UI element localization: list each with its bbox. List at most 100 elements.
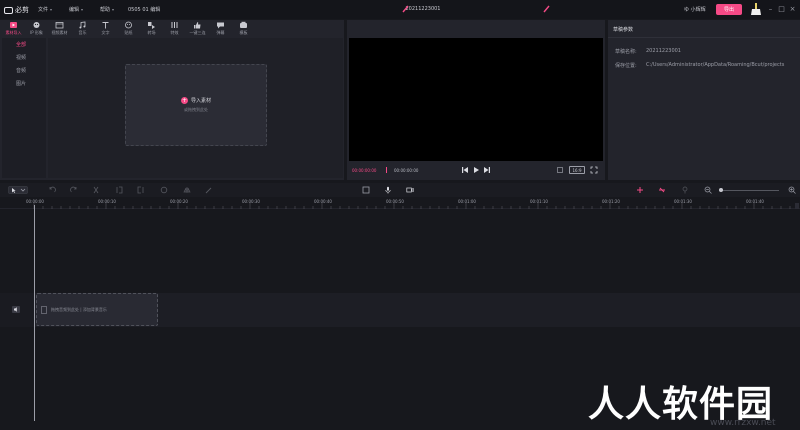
microphone-icon[interactable] (384, 186, 392, 194)
tab-label: 文字 (101, 30, 110, 35)
pen-icon[interactable] (543, 5, 551, 13)
preview-screen[interactable] (349, 38, 603, 161)
save-location-label: 保存位置: (615, 63, 637, 69)
media-icon (10, 22, 17, 28)
music-icon (79, 21, 86, 29)
ruler-label: 00:01:10 (530, 199, 548, 204)
trim-left-icon[interactable] (115, 186, 123, 194)
tab-tool-9[interactable]: 弹幕 (209, 20, 232, 37)
maximize-icon[interactable]: □ (777, 3, 786, 14)
skip-forward-icon[interactable] (483, 166, 491, 174)
tab-tool-2[interactable]: 视频素材 (48, 20, 71, 37)
pen-icon[interactable] (402, 5, 410, 13)
ruler-label: 00:00:30 (242, 199, 260, 204)
fullscreen-icon[interactable] (590, 166, 598, 174)
tab-tool-7[interactable]: 特效 (163, 20, 186, 37)
sidebar-item-image[interactable]: 图片 (2, 77, 46, 90)
zoom-slider-handle[interactable] (719, 188, 723, 192)
speaker-icon[interactable] (11, 305, 21, 314)
ruler-label: 00:00:40 (314, 199, 332, 204)
app-name: 必剪 (15, 6, 29, 14)
tab-tool-0[interactable]: 素材导入 (2, 20, 25, 37)
tab-label: 贴纸 (124, 30, 133, 35)
redo-icon[interactable] (70, 186, 78, 194)
magnet-snap-icon[interactable] (636, 186, 644, 194)
zoom-in-icon[interactable] (788, 186, 796, 194)
tab-tool-10[interactable]: 模板 (232, 20, 255, 37)
zoom-slider[interactable] (719, 190, 779, 191)
undo-icon[interactable] (48, 186, 56, 194)
import-button[interactable]: + 导入素材 (180, 97, 211, 104)
template-icon (240, 21, 247, 28)
snapshot-icon[interactable] (362, 186, 370, 194)
crop-icon[interactable] (556, 166, 564, 174)
total-time: 00:00:00:00 (394, 168, 419, 173)
minimize-icon[interactable]: – (766, 3, 775, 14)
ruler-label: 00:00:10 (98, 199, 116, 204)
app-logo: 必剪 (4, 5, 29, 15)
ruler-label: 00:01:00 (458, 199, 476, 204)
menu-help[interactable]: 帮助 ▾ (100, 6, 114, 13)
tab-label: 模板 (239, 30, 248, 35)
aspect-ratio-button[interactable]: 16:9 (569, 166, 585, 174)
user-name[interactable]: ゆ 小辉辉 (684, 6, 706, 13)
sidebar-item-audio[interactable]: 音频 (2, 64, 46, 77)
menu-edit-label: 编辑 (69, 7, 80, 13)
broom-icon[interactable] (749, 2, 763, 16)
menu-file-label: 文件 (38, 7, 49, 13)
skip-back-icon[interactable] (461, 166, 469, 174)
export-button[interactable]: 导出 (716, 4, 742, 15)
close-icon[interactable]: × (788, 3, 797, 14)
draft-name-value: 20211223001 (646, 48, 681, 54)
sidebar-item-all[interactable]: 全部 (2, 38, 46, 51)
time-separator (386, 167, 387, 173)
app-logo-icon (4, 6, 13, 14)
split-icon[interactable] (92, 186, 100, 194)
mirror-icon[interactable] (183, 186, 191, 194)
current-time: 00:00:00:00 (352, 168, 377, 173)
tab-label: 音乐 (78, 30, 87, 35)
ruler-label: 00:00:20 (170, 199, 188, 204)
import-dropzone[interactable]: + 导入素材 或拖拽到此处 (125, 64, 267, 146)
ruler-label: 00:01:30 (674, 199, 692, 204)
cursor-select-icon[interactable] (8, 186, 28, 194)
tab-tool-8[interactable]: 一键三连 (186, 20, 209, 37)
sidebar-item-video[interactable]: 视频 (2, 51, 46, 64)
tab-tool-5[interactable]: 贴纸 (117, 20, 140, 37)
play-icon[interactable] (472, 166, 480, 174)
menu-file[interactable]: 文件 ▾ (38, 6, 52, 13)
save-location-value[interactable]: C:/Users/Administrator/AppData/Roaming/B… (646, 62, 784, 68)
camera-record-icon[interactable] (406, 186, 414, 194)
tab-tool-4[interactable]: 文字 (94, 20, 117, 37)
freeze-icon[interactable] (160, 186, 168, 194)
import-hint: 或拖拽到此处 (184, 107, 208, 112)
transition-icon (148, 22, 155, 29)
chevron-down-icon: ▾ (50, 7, 53, 12)
divider (608, 37, 800, 38)
playhead[interactable] (34, 205, 35, 421)
video-icon (55, 22, 64, 29)
tab-tool-3[interactable]: 音乐 (71, 20, 94, 37)
draft-properties-panel (608, 20, 800, 180)
tab-tool-6[interactable]: 转场 (140, 20, 163, 37)
ruler-label: 00:00:50 (386, 199, 404, 204)
tool-tabs: 素材导入 IP 形象 视频素材 音乐 文字 贴纸 转场 特效 一键三连 弹幕 模板 (2, 20, 282, 37)
plus-icon: + (180, 97, 188, 104)
chevron-down-icon: ▾ (81, 7, 84, 12)
audio-dropzone[interactable]: 拖拽音频到此处 | 添加背景音乐 (36, 293, 158, 326)
tab-label: 转场 (147, 30, 156, 35)
draft-title: 20211223001 (405, 6, 441, 12)
color-picker-icon[interactable] (205, 186, 213, 194)
zoom-out-icon[interactable] (704, 186, 712, 194)
sticker-icon (125, 21, 132, 29)
avatar-icon (33, 22, 40, 28)
trim-right-icon[interactable] (137, 186, 145, 194)
tab-label: IP 形象 (30, 30, 43, 35)
pin-icon[interactable] (681, 186, 689, 194)
menu-edit[interactable]: 编辑 ▾ (69, 6, 83, 13)
tab-tool-1[interactable]: IP 形象 (25, 20, 48, 37)
tab-label: 视频素材 (51, 30, 68, 35)
file-icon (41, 305, 47, 314)
menu-help-label: 帮助 (100, 7, 111, 13)
link-icon[interactable] (658, 186, 666, 194)
